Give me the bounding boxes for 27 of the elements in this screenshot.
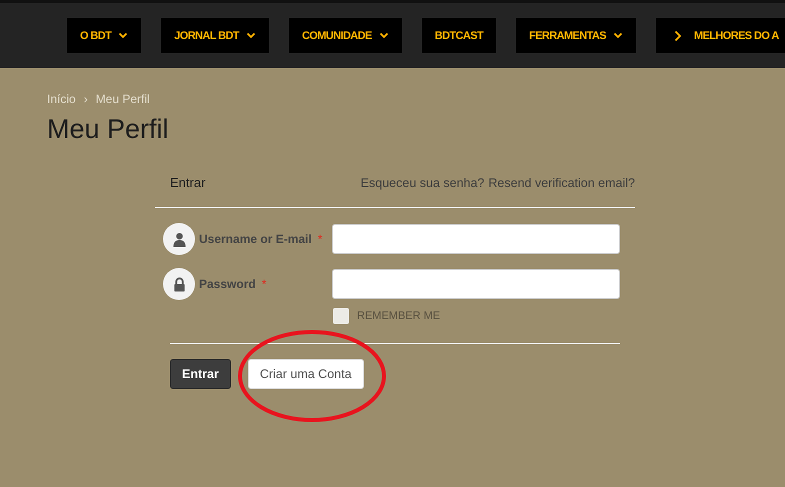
chevron-down-icon — [613, 32, 623, 39]
required-mark: * — [262, 277, 266, 291]
input-field[interactable] — [332, 224, 620, 254]
chevron-right-icon — [674, 30, 682, 42]
chevron-down-icon — [118, 32, 128, 39]
nav-item[interactable]: FERRAMENTAS — [516, 18, 636, 53]
field-label: Username or E-mail — [199, 232, 312, 246]
lock-icon — [163, 268, 195, 300]
nav-item[interactable]: BDTCAST — [422, 18, 496, 53]
breadcrumb-separator: › — [84, 92, 88, 106]
page-title: Meu Perfil — [47, 114, 170, 145]
required-mark: * — [318, 232, 322, 246]
button[interactable]: Entrar — [170, 359, 231, 389]
breadcrumb-current: Meu Perfil — [96, 92, 150, 106]
button[interactable]: Criar uma Conta — [248, 359, 364, 389]
chevron-down-icon — [246, 32, 256, 39]
field-label: Password — [199, 277, 256, 291]
checkbox-label: REMEMBER ME — [357, 310, 440, 322]
nav-item[interactable]: COMUNIDADE — [288, 18, 402, 53]
checkbox[interactable] — [333, 308, 349, 324]
user-icon — [163, 223, 195, 255]
nav-item[interactable]: JORNAL BDT — [161, 18, 269, 53]
nav-item[interactable]: MELHORES DO A — [656, 18, 785, 53]
chevron-down-icon — [378, 32, 389, 39]
input-field[interactable] — [332, 269, 620, 299]
nav-item[interactable]: O BDT — [67, 18, 142, 53]
login-tab[interactable]: Entrar — [170, 175, 206, 190]
